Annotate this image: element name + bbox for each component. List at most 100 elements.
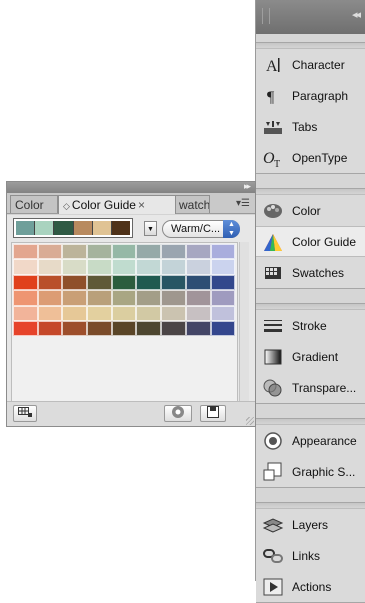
- dock-item-opentype[interactable]: OT OpenType: [256, 142, 365, 173]
- color-variation-swatch[interactable]: [210, 259, 236, 275]
- color-variation-swatch[interactable]: [136, 259, 162, 275]
- dock-item-color-guide[interactable]: Color Guide: [256, 226, 365, 257]
- save-color-group-button[interactable]: [200, 405, 226, 422]
- color-variation-swatch[interactable]: [111, 320, 137, 337]
- color-variation-swatch[interactable]: [37, 274, 63, 291]
- color-variation-swatch[interactable]: [185, 259, 211, 275]
- tab-label: watches: [179, 198, 210, 212]
- color-variation-swatch[interactable]: [185, 274, 211, 291]
- color-variation-swatch[interactable]: [37, 244, 63, 260]
- base-color-swatch[interactable]: [54, 221, 74, 235]
- tab-color-guide[interactable]: ◇ Color Guide ×: [58, 195, 176, 214]
- dock-item-color[interactable]: Color: [256, 195, 365, 226]
- color-variation-swatch[interactable]: [210, 305, 236, 321]
- color-variation-swatch[interactable]: [210, 244, 236, 260]
- base-color-group[interactable]: [13, 218, 133, 238]
- limit-to-swatch-library-button[interactable]: [13, 405, 37, 422]
- color-variation-swatch[interactable]: [161, 290, 186, 306]
- color-variation-swatch[interactable]: [161, 259, 186, 275]
- color-variation-swatch[interactable]: [111, 244, 137, 260]
- color-variation-swatch[interactable]: [87, 244, 112, 260]
- color-variation-swatch[interactable]: [136, 290, 162, 306]
- color-variation-swatch[interactable]: [37, 320, 63, 337]
- color-variation-swatch[interactable]: [37, 305, 63, 321]
- tab-color[interactable]: Color: [10, 195, 58, 213]
- dock-item-character[interactable]: A Character: [256, 49, 365, 80]
- color-variation-swatch[interactable]: [136, 305, 162, 321]
- color-variation-swatch[interactable]: [13, 290, 38, 306]
- harmony-rules-select[interactable]: Warm/C... ▲ ▼: [162, 220, 240, 238]
- dock-item-transparency[interactable]: Transpare...: [256, 372, 365, 403]
- dock-item-swatches[interactable]: Swatches: [256, 257, 365, 288]
- color-variation-swatch[interactable]: [62, 274, 88, 291]
- collapse-panel-icon[interactable]: ▸▸: [244, 181, 251, 192]
- color-variation-swatch[interactable]: [87, 290, 112, 306]
- color-variation-swatch[interactable]: [210, 290, 236, 306]
- color-variation-swatch[interactable]: [111, 274, 137, 291]
- color-variation-swatch[interactable]: [111, 290, 137, 306]
- color-variation-swatch[interactable]: [185, 320, 211, 337]
- expand-panels-icon[interactable]: ◂◂: [352, 8, 361, 21]
- color-variation-swatch[interactable]: [210, 274, 236, 291]
- base-group-dropdown-icon[interactable]: ▼: [144, 221, 157, 236]
- color-variation-swatch[interactable]: [13, 320, 38, 337]
- variation-scrollbar[interactable]: [239, 242, 249, 420]
- panel-resize-grip[interactable]: [246, 417, 254, 425]
- dock-item-layers[interactable]: Layers: [256, 509, 365, 540]
- color-variation-swatch[interactable]: [62, 305, 88, 321]
- color-variation-swatch[interactable]: [185, 305, 211, 321]
- color-variation-swatch[interactable]: [13, 305, 38, 321]
- color-variation-swatch[interactable]: [62, 259, 88, 275]
- dock-item-label: Graphic S...: [292, 464, 356, 479]
- dock-item-tabs[interactable]: Tabs: [256, 111, 365, 142]
- close-tab-icon[interactable]: ×: [138, 198, 145, 212]
- color-variation-swatch[interactable]: [111, 259, 137, 275]
- dock-item-gradient[interactable]: Gradient: [256, 341, 365, 372]
- base-color-swatch[interactable]: [35, 221, 55, 235]
- dock-grip-handle[interactable]: [262, 8, 270, 24]
- color-variation-swatch[interactable]: [62, 290, 88, 306]
- dock-item-stroke[interactable]: Stroke: [256, 310, 365, 341]
- panel-menu-icon[interactable]: ▾☰: [236, 198, 250, 209]
- opentype-icon: OT: [262, 147, 284, 169]
- dock-header[interactable]: ◂◂: [256, 0, 365, 34]
- tab-swatches[interactable]: watches: [174, 195, 210, 213]
- color-variation-swatch[interactable]: [87, 274, 112, 291]
- color-variation-swatch[interactable]: [161, 320, 186, 337]
- color-variation-swatch[interactable]: [136, 244, 162, 260]
- panel-titlebar[interactable]: ▸▸: [7, 181, 255, 193]
- color-variation-swatch[interactable]: [13, 244, 38, 260]
- color-variation-swatch[interactable]: [62, 244, 88, 260]
- dock-item-actions[interactable]: Actions: [256, 571, 365, 602]
- edit-colors-button[interactable]: [164, 405, 192, 422]
- color-variation-swatch[interactable]: [111, 305, 137, 321]
- dock-item-appearance[interactable]: Appearance: [256, 425, 365, 456]
- color-variation-swatch[interactable]: [37, 290, 63, 306]
- color-variation-swatch[interactable]: [87, 320, 112, 337]
- color-variation-swatch[interactable]: [87, 305, 112, 321]
- base-color-swatch[interactable]: [73, 221, 93, 235]
- color-variation-swatch[interactable]: [185, 244, 211, 260]
- dock-item-graphic-styles[interactable]: Graphic S...: [256, 456, 365, 487]
- color-variation-swatch[interactable]: [13, 259, 38, 275]
- color-variation-swatch[interactable]: [185, 290, 211, 306]
- color-variation-swatch[interactable]: [161, 274, 186, 291]
- dock-group-appearance: Appearance Graphic S...: [256, 418, 365, 488]
- dock-item-paragraph[interactable]: ¶ Paragraph: [256, 80, 365, 111]
- base-color-swatch[interactable]: [92, 221, 112, 235]
- color-variation-swatch[interactable]: [37, 259, 63, 275]
- base-color-swatch[interactable]: [111, 221, 131, 235]
- actions-icon: [262, 576, 284, 598]
- base-color-swatch[interactable]: [16, 221, 36, 235]
- color-variation-swatch[interactable]: [161, 244, 186, 260]
- color-variation-swatch[interactable]: [87, 259, 112, 275]
- color-variation-swatch[interactable]: [136, 274, 162, 291]
- swatches-icon: [262, 262, 284, 284]
- color-variation-swatch[interactable]: [136, 320, 162, 337]
- color-variation-swatch[interactable]: [161, 305, 186, 321]
- color-variation-swatch[interactable]: [62, 320, 88, 337]
- dock-item-label: Character: [292, 57, 345, 72]
- dock-item-links[interactable]: Links: [256, 540, 365, 571]
- color-variation-swatch[interactable]: [13, 274, 38, 291]
- color-variation-swatch[interactable]: [210, 320, 236, 337]
